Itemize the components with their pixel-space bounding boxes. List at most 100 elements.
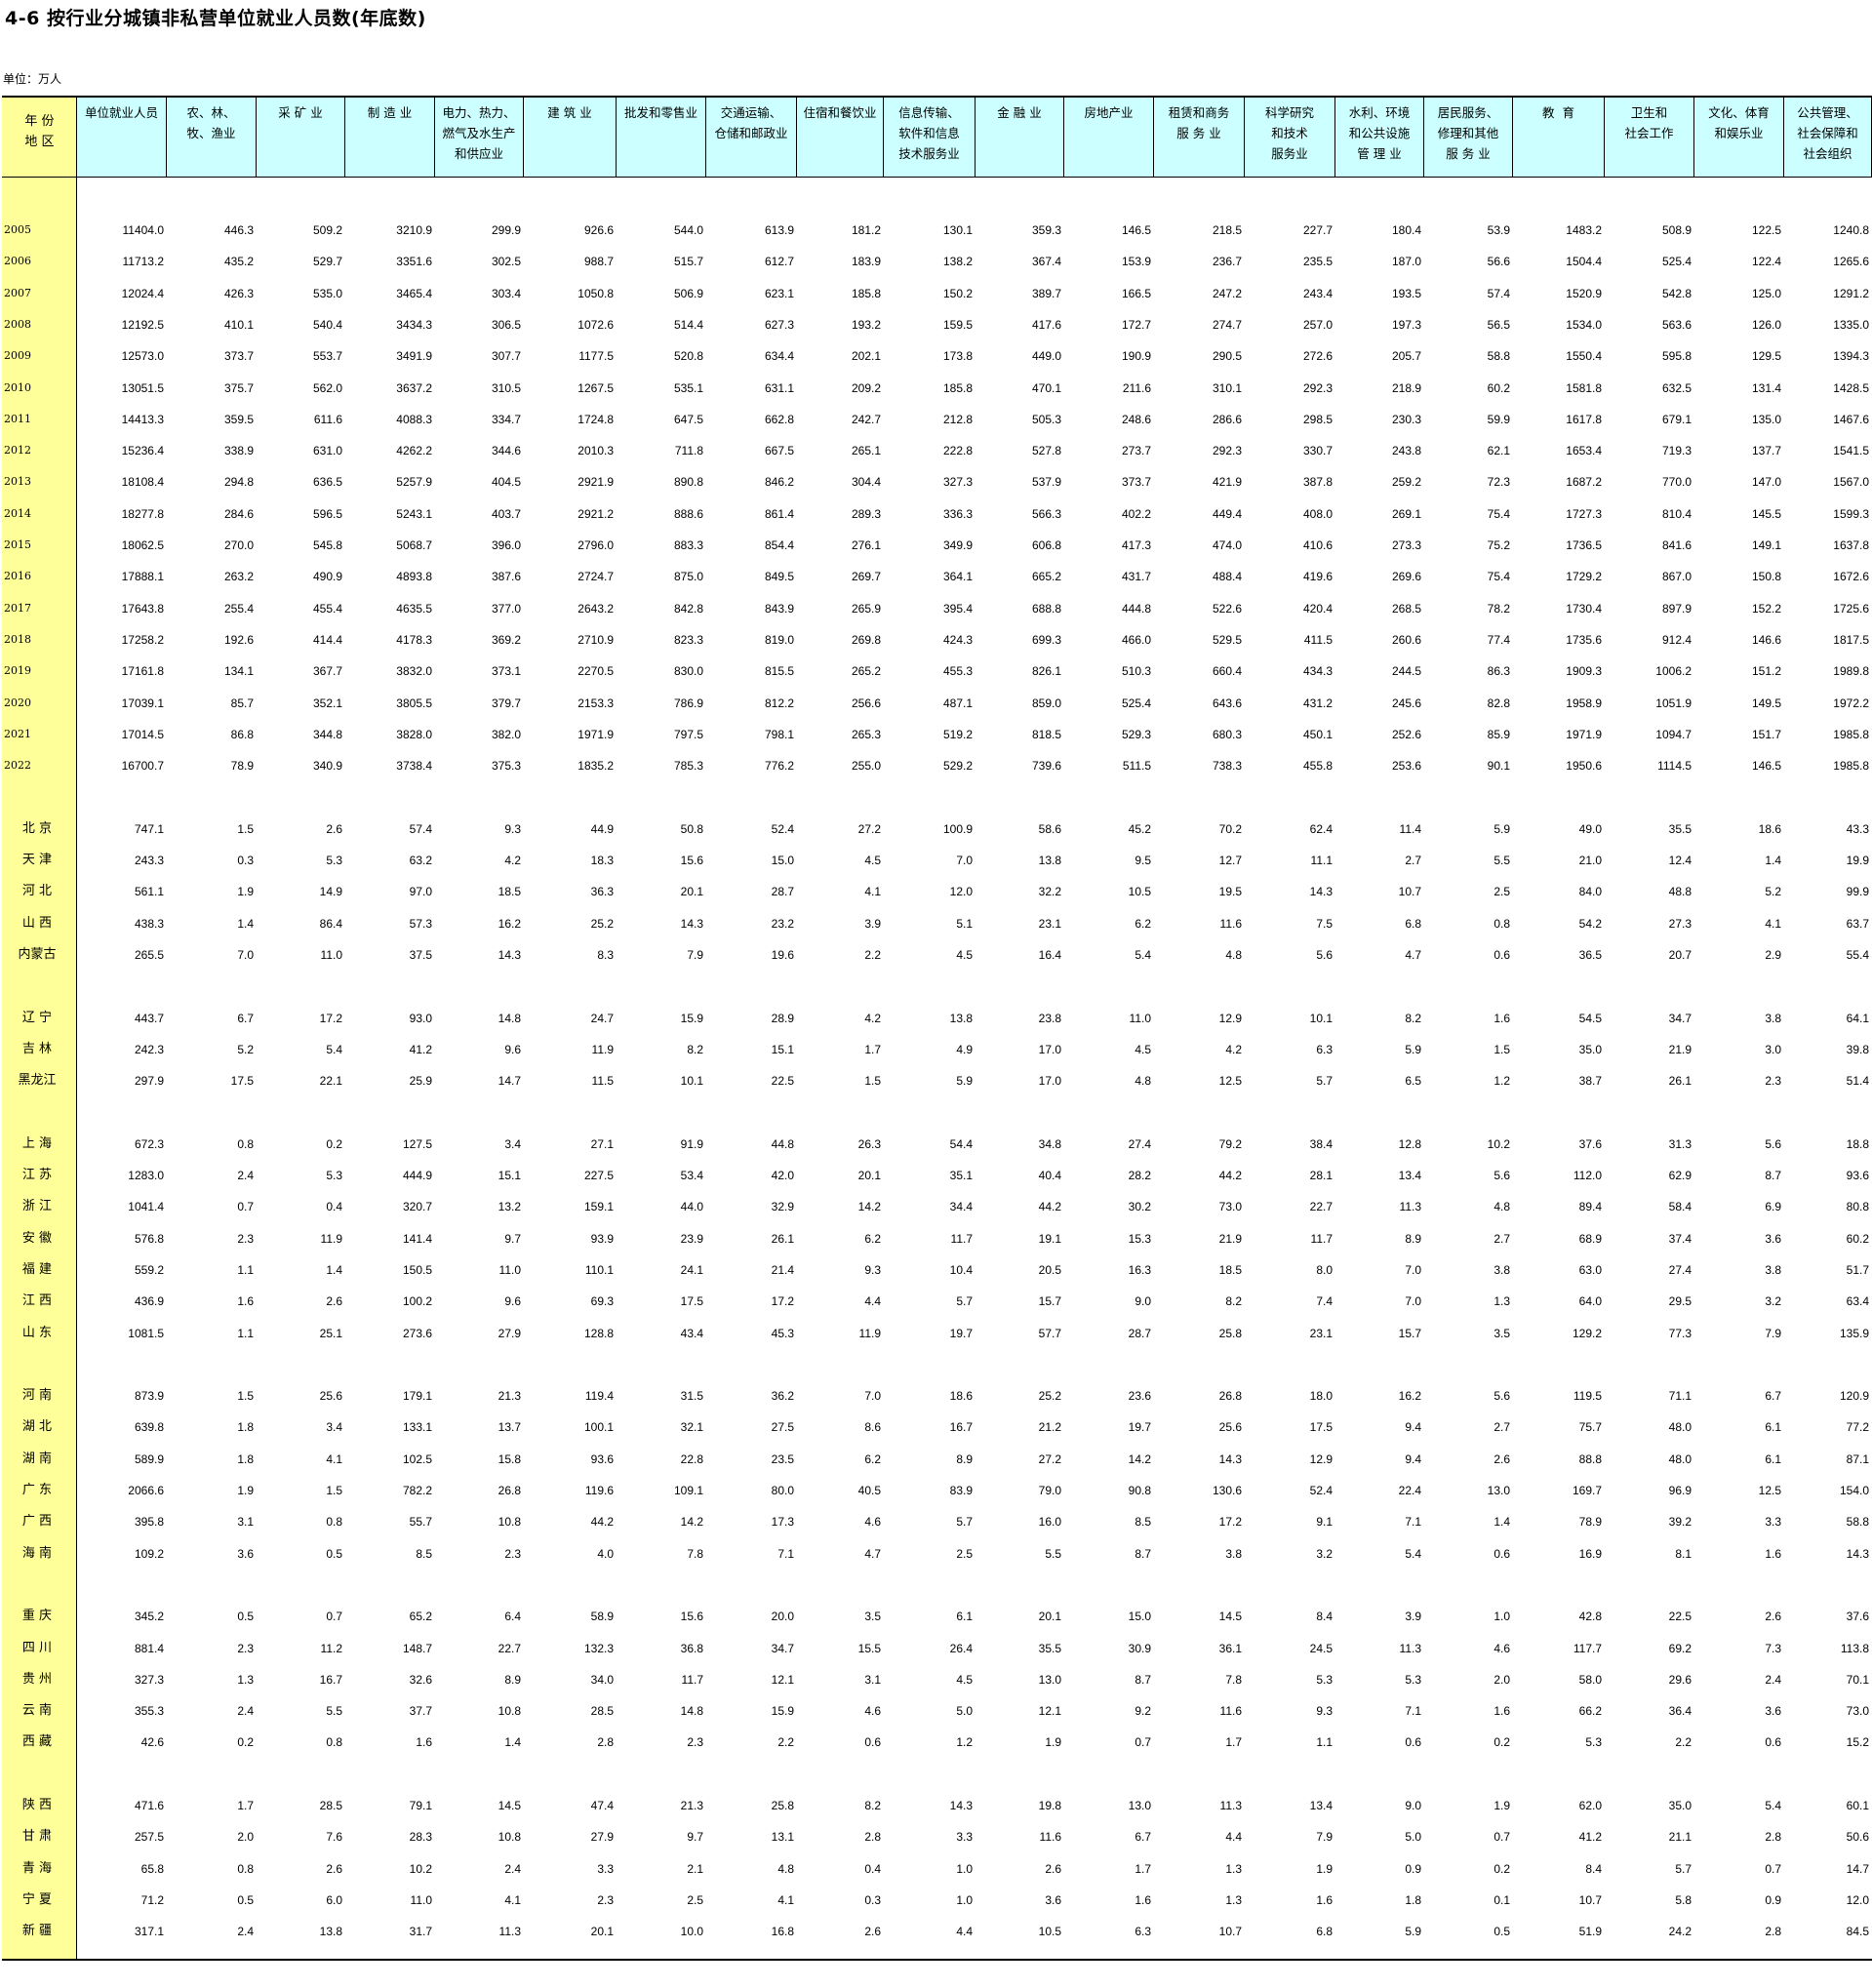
table-cell: 68.9 (1578, 1231, 1602, 1246)
table-cell: 511.5 (1122, 759, 1151, 774)
table-cell: 15.0 (771, 854, 794, 867)
column-header: 教 育 (1513, 98, 1605, 178)
table-cell: 25.8 (771, 1799, 794, 1812)
table-cell: 636.5 (312, 475, 342, 490)
table-cell: 8.9 (1405, 1231, 1421, 1246)
table-cell: 7.8 (687, 1546, 703, 1561)
year-label: 2006 (4, 255, 31, 268)
table-cell: 14.5 (1218, 1610, 1242, 1624)
table-cell: 3.8 (1765, 1011, 1781, 1025)
table-cell: 289.3 (851, 506, 881, 521)
table-cell: 830.0 (673, 664, 703, 679)
table-cell: 1.3 (1225, 1892, 1242, 1907)
table-cell: 19.9 (1846, 854, 1869, 867)
table-cell: 9.1 (1316, 1515, 1333, 1530)
table-cell: 2.4 (504, 1861, 521, 1876)
year-row: 2014 18277.8 284.6 596.5 5243.1 403.7 2921.2 88… (2, 504, 1872, 524)
table-cell: 419.6 (1302, 570, 1333, 584)
column-header: 交通运输、 仓储和邮政业 (706, 98, 797, 178)
table-cell: 15.0 (1128, 1610, 1151, 1624)
table-cell: 8.7 (1765, 1169, 1781, 1182)
table-cell: 0.2 (1494, 1735, 1510, 1750)
table-cell: 4.0 (597, 1546, 614, 1561)
region-label: 河 南 (21, 1388, 53, 1404)
table-cell: 2.3 (237, 1641, 254, 1655)
column-header: 水利、环境 和公共设施 管 理 业 (1335, 98, 1424, 178)
table-cell: 25.9 (409, 1074, 432, 1089)
column-header: 信息传输、 软件和信息 技术服务业 (884, 98, 976, 178)
table-cell: 57.4 (1487, 286, 1510, 300)
table-cell: 243.8 (1391, 444, 1421, 458)
table-cell: 88.8 (1578, 1451, 1602, 1466)
table-cell: 7.9 (687, 947, 703, 962)
table-cell: 86.4 (319, 916, 342, 931)
table-cell: 5.4 (1765, 1799, 1781, 1812)
table-cell: 525.4 (1121, 696, 1151, 710)
table-cell: 28.5 (590, 1704, 614, 1719)
table-cell: 4262.2 (396, 444, 432, 458)
table-cell: 912.4 (1661, 632, 1692, 647)
table-cell: 3.8 (1494, 1262, 1510, 1277)
table-cell: 1.1 (237, 1326, 254, 1340)
table-cell: 4.5 (1135, 1042, 1151, 1056)
table-cell: 310.5 (491, 380, 521, 395)
region-row: 山 西 438.3 1.4 86.4 57.3 16.2 25.2 14.3 23.2 3.9 5.… (2, 914, 1872, 934)
table-cell: 243.3 (134, 854, 164, 867)
table-cell: 16.7 (949, 1420, 973, 1435)
table-cell: 90.1 (1487, 759, 1510, 774)
table-cell: 122.4 (1751, 255, 1781, 269)
table-cell: 0.4 (864, 1861, 881, 1876)
table-cell: 257.0 (1302, 317, 1333, 332)
table-cell: 1599.3 (1833, 506, 1869, 521)
table-cell: 169.7 (1572, 1484, 1602, 1497)
table-cell: 58.8 (1487, 349, 1510, 364)
table-cell: 15.5 (857, 1641, 881, 1655)
table-cell: 27.4 (1128, 1136, 1151, 1151)
table-cell: 5.7 (1316, 1074, 1333, 1089)
table-cell: 1.9 (1494, 1799, 1510, 1812)
table-cell: 527.8 (1031, 444, 1061, 458)
table-cell: 6.7 (1765, 1389, 1781, 1404)
table-cell: 10.8 (498, 1515, 521, 1530)
table-cell: 3.3 (1765, 1515, 1781, 1530)
table-cell: 1637.8 (1833, 538, 1869, 552)
table-cell: 265.1 (851, 444, 881, 458)
table-cell: 4.5 (956, 947, 973, 962)
table-cell: 36.2 (771, 1389, 794, 1404)
table-cell: 23.6 (1128, 1389, 1151, 1404)
table-cell: 35.0 (1578, 1042, 1602, 1056)
table-cell: 25.6 (319, 1389, 342, 1404)
column-header: 住宿和餐饮业 (797, 98, 884, 178)
table-cell: 1971.9 (1566, 727, 1602, 741)
table-cell: 22.5 (771, 1074, 794, 1089)
table-cell: 7.9 (1765, 1326, 1781, 1340)
table-cell: 273.6 (402, 1326, 432, 1340)
table-cell: 2.2 (777, 1735, 794, 1750)
table-cell: 474.0 (1212, 538, 1242, 552)
table-cell: 2.3 (504, 1546, 521, 1561)
table-cell: 1291.2 (1833, 286, 1869, 300)
table-cell: 1520.9 (1566, 286, 1602, 300)
table-cell: 137.7 (1751, 444, 1781, 458)
table-cell: 19.1 (1038, 1231, 1061, 1246)
table-cell: 6.8 (1405, 916, 1421, 931)
table-cell: 3.4 (504, 1136, 521, 1151)
table-cell: 87.1 (1846, 1451, 1869, 1466)
table-cell: 1335.0 (1833, 317, 1869, 332)
table-cell: 59.9 (1487, 412, 1510, 426)
table-cell: 444.9 (402, 1169, 432, 1182)
year-label: 2019 (4, 664, 31, 678)
table-cell: 8.7 (1135, 1546, 1151, 1561)
table-cell: 1.4 (1494, 1515, 1510, 1530)
table-cell: 62.9 (1668, 1169, 1692, 1182)
table-cell: 2.4 (237, 1925, 254, 1939)
table-cell: 27.5 (771, 1420, 794, 1435)
table-cell: 57.7 (1038, 1326, 1061, 1340)
table-cell: 7.0 (237, 947, 254, 962)
table-cell: 5.8 (1675, 1892, 1692, 1907)
table-cell: 6.2 (864, 1231, 881, 1246)
year-label: 2022 (4, 759, 31, 773)
year-row: 2005 11404.0 446.3 509.2 3210.9 299.9 926.6 544… (2, 220, 1872, 240)
table-cell: 10.7 (1218, 1925, 1242, 1939)
year-row: 2013 18108.4 294.8 636.5 5257.9 404.5 2921.9 89… (2, 472, 1872, 492)
